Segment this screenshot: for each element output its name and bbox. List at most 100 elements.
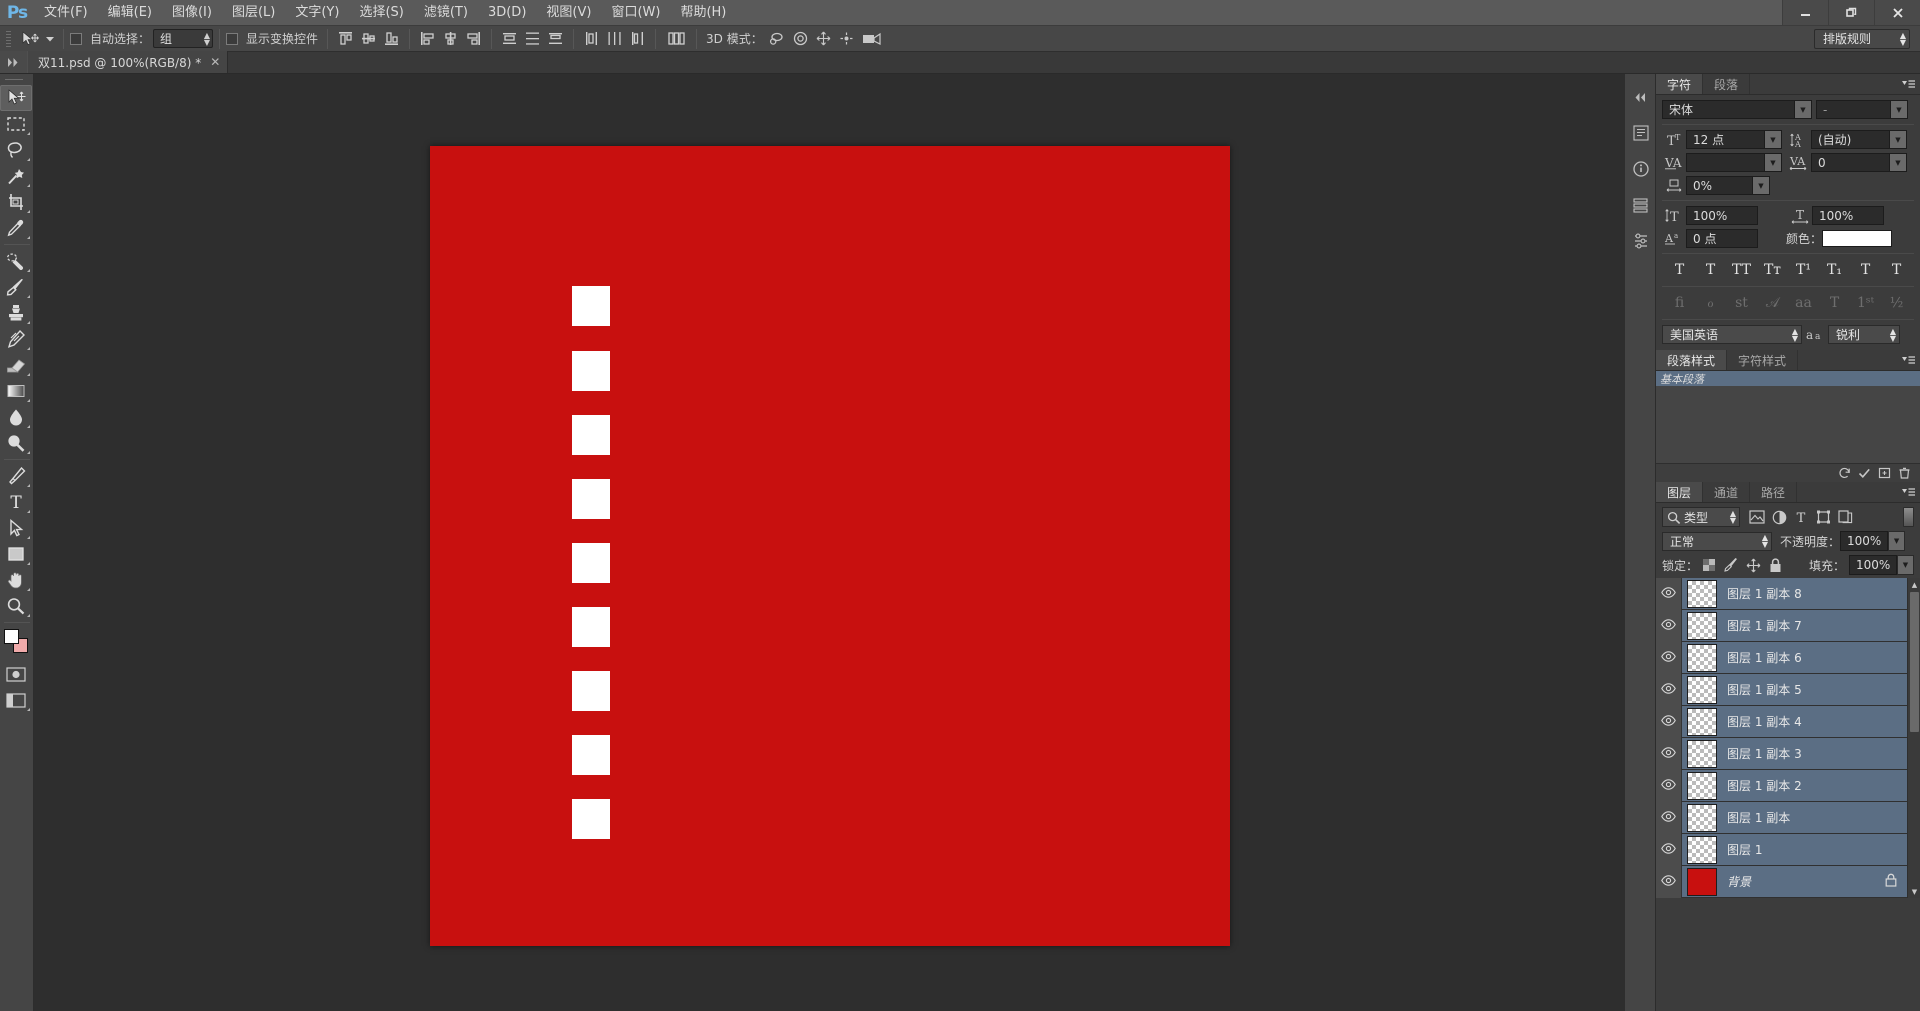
brush-tool[interactable] xyxy=(0,274,32,300)
layer-name[interactable]: 图层 1 副本 8 xyxy=(1727,585,1802,602)
character-panel-tab-0[interactable]: 字符 xyxy=(1656,74,1704,94)
dodge-tool[interactable] xyxy=(0,430,32,456)
layer-thumbnail[interactable] xyxy=(1687,803,1717,832)
canvas-square-1[interactable] xyxy=(572,351,610,391)
canvas-square-4[interactable] xyxy=(572,543,610,583)
layer-thumbnail[interactable] xyxy=(1687,643,1717,672)
opacity-input[interactable]: 100% xyxy=(1840,531,1889,551)
layers-panel-tab-2[interactable]: 路径 xyxy=(1750,482,1798,502)
opentype-button-5[interactable]: T xyxy=(1823,293,1846,313)
magic-wand-tool[interactable] xyxy=(0,163,32,189)
opentype-button-4[interactable]: aa xyxy=(1792,293,1815,313)
layer-visibility-toggle[interactable] xyxy=(1656,801,1682,834)
chevron-down-icon[interactable]: ▼ xyxy=(1764,154,1781,171)
vertical-scale-input[interactable]: 100% xyxy=(1686,206,1758,225)
rail-info-icon[interactable] xyxy=(1625,151,1656,187)
auto-select-scope-select[interactable]: 组 ▲ ▼ xyxy=(153,29,214,48)
chevron-down-icon[interactable]: ▼ xyxy=(1889,131,1906,148)
tools-panel-grip[interactable] xyxy=(1,78,33,85)
document-canvas[interactable] xyxy=(430,146,1230,946)
lasso-tool[interactable] xyxy=(0,137,32,163)
eye-icon[interactable] xyxy=(1661,874,1676,889)
menu-item-6[interactable]: 滤镜(T) xyxy=(414,0,478,26)
faux-style-button-5[interactable]: T₁ xyxy=(1823,260,1846,280)
layer-filter-type-select[interactable]: 类型 ▲ ▼ xyxy=(1662,507,1740,527)
menu-item-4[interactable]: 文字(Y) xyxy=(285,0,349,26)
layer-row[interactable]: 图层 1 副本 7 xyxy=(1656,609,1907,642)
faux-style-button-2[interactable]: TT xyxy=(1730,260,1753,280)
distribute-vertical-centers-button[interactable] xyxy=(522,29,543,49)
menu-item-2[interactable]: 图像(I) xyxy=(162,0,222,26)
align-right-edges-button[interactable] xyxy=(463,29,484,49)
layer-name[interactable]: 图层 1 副本 3 xyxy=(1727,745,1802,762)
rail-layer-comps-icon[interactable] xyxy=(1625,187,1656,223)
tracking-input[interactable]: 0 ▼ xyxy=(1811,153,1907,172)
foreground-color-swatch[interactable] xyxy=(4,629,19,644)
type-tool[interactable]: T xyxy=(0,489,32,515)
lock-image-pixels-icon[interactable] xyxy=(1720,555,1742,575)
layer-row[interactable]: 图层 1 副本 2 xyxy=(1656,769,1907,802)
layer-row[interactable]: 图层 1 副本 5 xyxy=(1656,673,1907,706)
layer-name[interactable]: 背景 xyxy=(1727,873,1751,890)
distribute-top-edges-button[interactable] xyxy=(499,29,520,49)
threeD-roll-icon[interactable] xyxy=(790,29,811,49)
eye-icon[interactable] xyxy=(1661,778,1676,793)
filter-smart-objects-icon[interactable] xyxy=(1834,507,1856,527)
layer-visibility-toggle[interactable] xyxy=(1656,673,1682,706)
layer-visibility-toggle[interactable] xyxy=(1656,641,1682,674)
chevron-down-icon[interactable]: ▼ xyxy=(1889,154,1906,171)
align-bottom-edges-button[interactable] xyxy=(381,29,402,49)
layer-name[interactable]: 图层 1 副本 xyxy=(1727,809,1790,826)
eye-icon[interactable] xyxy=(1661,842,1676,857)
layer-visibility-toggle[interactable] xyxy=(1656,833,1682,866)
opentype-button-7[interactable]: ½ xyxy=(1885,293,1908,313)
canvas-square-7[interactable] xyxy=(572,735,610,775)
opentype-button-3[interactable]: 𝒜 xyxy=(1761,293,1784,313)
chevron-down-icon[interactable]: ▼ xyxy=(1794,101,1811,118)
distribute-bottom-edges-button[interactable] xyxy=(545,29,566,49)
layer-thumbnail[interactable] xyxy=(1687,611,1717,640)
text-color-swatch[interactable] xyxy=(1822,230,1893,247)
layer-name[interactable]: 图层 1 副本 4 xyxy=(1727,713,1802,730)
font-size-input[interactable]: 12 点 ▼ xyxy=(1686,130,1782,149)
threeD-orbit-icon[interactable] xyxy=(767,29,788,49)
document-tab[interactable]: 双11.psd @ 100%(RGB/8) * ✕ xyxy=(27,51,229,73)
layer-visibility-toggle[interactable] xyxy=(1656,577,1682,610)
panel-menu-icon[interactable] xyxy=(1901,354,1915,367)
scroll-thumb[interactable] xyxy=(1910,592,1919,732)
layer-thumbnail[interactable] xyxy=(1687,739,1717,768)
layer-row[interactable]: 图层 1 xyxy=(1656,833,1907,866)
distribute-left-edges-button[interactable] xyxy=(581,29,602,49)
layer-visibility-toggle[interactable] xyxy=(1656,609,1682,642)
eyedropper-tool[interactable] xyxy=(0,215,32,241)
faux-style-button-3[interactable]: Tᴛ xyxy=(1761,260,1784,280)
faux-style-button-0[interactable]: T xyxy=(1668,260,1691,280)
gradient-tool[interactable] xyxy=(0,378,32,404)
fill-dropdown-icon[interactable]: ▼ xyxy=(1897,555,1914,575)
layer-row[interactable]: 图层 1 副本 6 xyxy=(1656,641,1907,674)
layers-scrollbar[interactable]: ▲ ▼ xyxy=(1907,578,1920,898)
layer-thumbnail[interactable] xyxy=(1687,675,1717,704)
faux-style-button-6[interactable]: T xyxy=(1854,260,1877,280)
eye-icon[interactable] xyxy=(1661,586,1676,601)
filter-pixel-layers-icon[interactable] xyxy=(1746,507,1768,527)
chevron-down-icon[interactable]: ▼ xyxy=(1752,177,1769,194)
menu-item-0[interactable]: 文件(F) xyxy=(34,0,98,26)
character-panel-tab-1[interactable]: 段落 xyxy=(1703,74,1751,94)
rail-history-icon[interactable] xyxy=(1625,115,1656,151)
opentype-button-2[interactable]: st xyxy=(1730,293,1753,313)
screen-mode-toggle[interactable] xyxy=(0,687,32,713)
color-swatches[interactable] xyxy=(2,627,34,657)
eraser-tool[interactable] xyxy=(0,352,32,378)
blur-tool[interactable] xyxy=(0,404,32,430)
layer-row[interactable]: 图层 1 副本 3 xyxy=(1656,737,1907,770)
layer-name[interactable]: 图层 1 副本 6 xyxy=(1727,649,1802,666)
leading-input[interactable]: (自动) ▼ xyxy=(1811,130,1907,149)
panel-menu-icon[interactable] xyxy=(1901,78,1915,91)
canvas-square-8[interactable] xyxy=(572,799,610,839)
chevron-down-icon[interactable]: ▼ xyxy=(1890,101,1907,118)
opentype-button-0[interactable]: fi xyxy=(1668,293,1691,313)
pen-tool[interactable] xyxy=(0,463,32,489)
layer-name[interactable]: 图层 1 xyxy=(1727,841,1762,858)
rail-properties-icon[interactable] xyxy=(1625,223,1656,259)
